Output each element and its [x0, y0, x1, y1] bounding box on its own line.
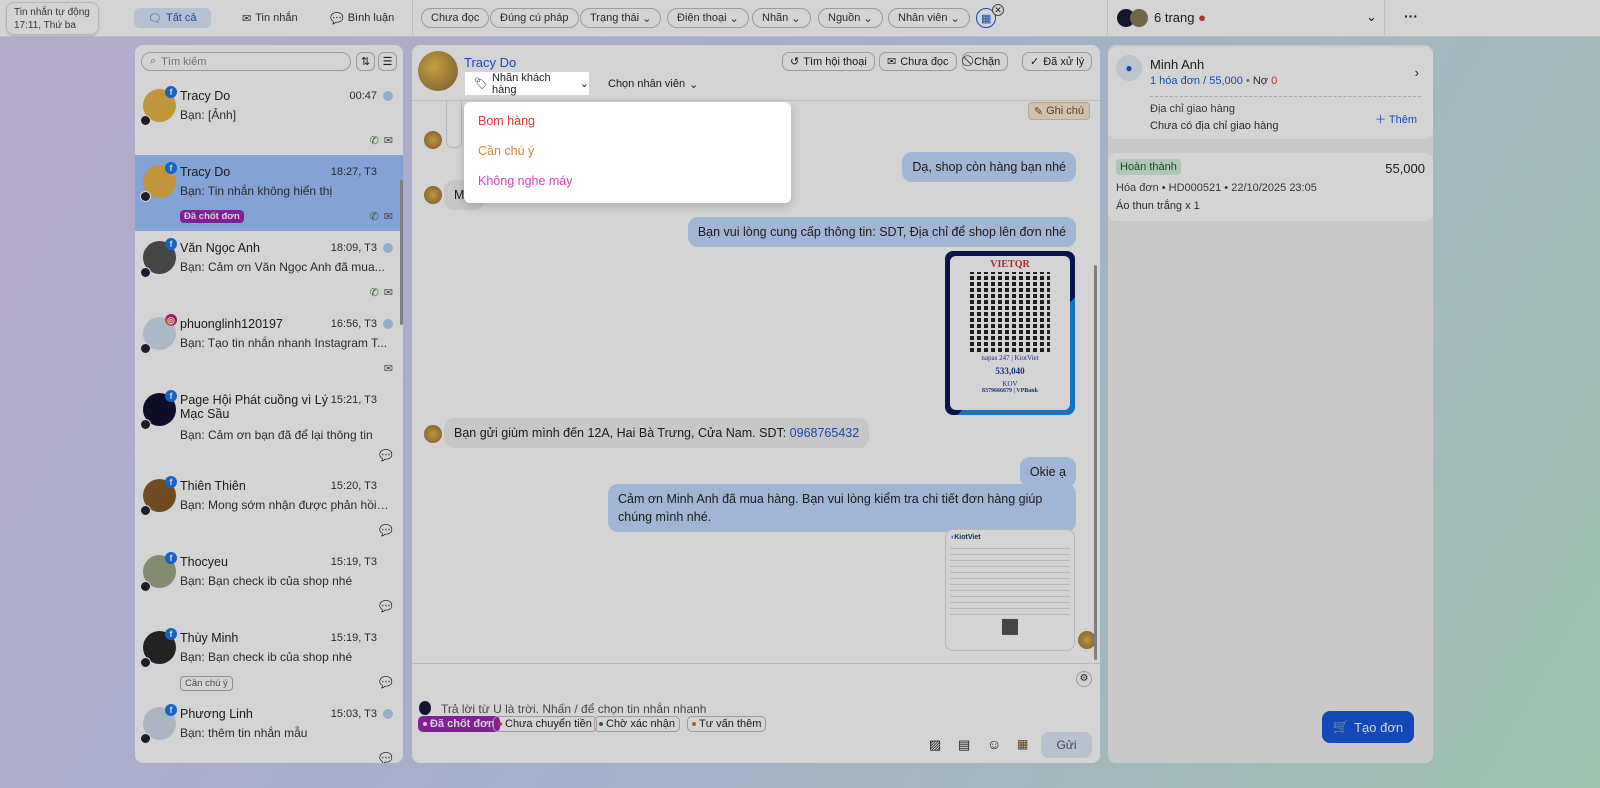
customer-label-dropdown: Bom hàng Cần chú ý Không nghe máy	[464, 102, 791, 203]
label-option-can-chu-y[interactable]: Cần chú ý	[478, 144, 534, 158]
modal-backdrop[interactable]	[0, 0, 1600, 788]
chevron-down-icon: ⌄	[579, 78, 589, 90]
label-option-khong-nghe-may[interactable]: Không nghe máy	[478, 174, 573, 188]
customer-label-text: Nhãn khách hàng	[491, 71, 551, 96]
tag-icon: 🏷	[474, 78, 488, 90]
customer-label-button[interactable]: 🏷 Nhãn khách hàng ⌄	[465, 71, 589, 96]
label-option-bom-hang[interactable]: Bom hàng	[478, 114, 535, 128]
